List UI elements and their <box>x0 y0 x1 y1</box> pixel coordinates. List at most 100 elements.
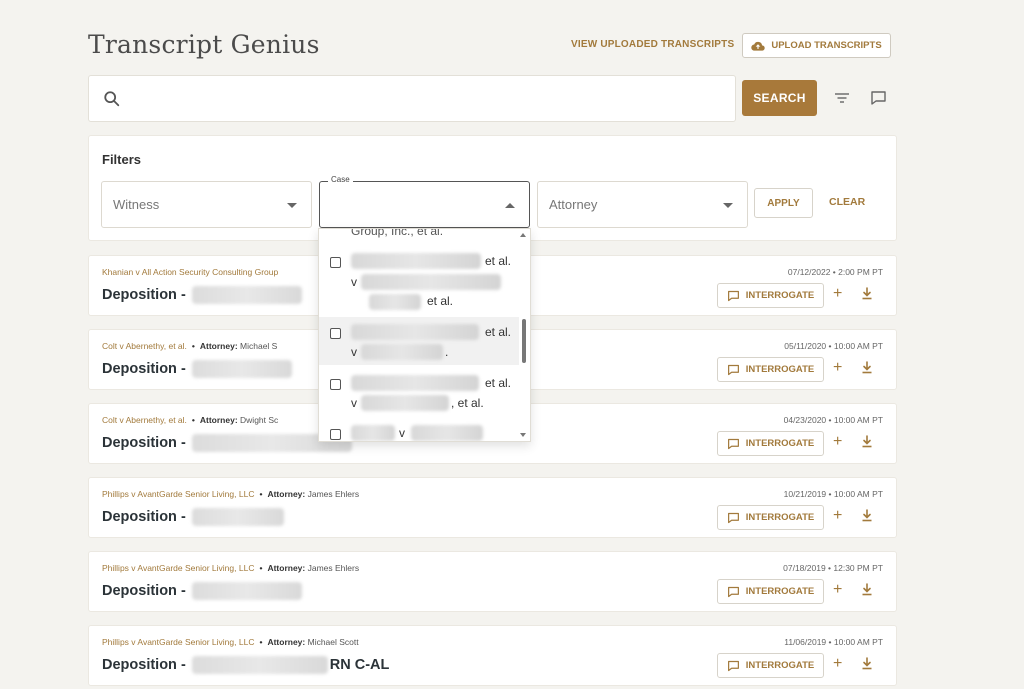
case-label: Case <box>328 175 353 184</box>
download-icon[interactable] <box>861 509 873 522</box>
attorney-name: James Ehlers <box>307 489 360 499</box>
title-prefix: Deposition - <box>102 583 186 599</box>
transcript-title[interactable]: Deposition - <box>102 434 354 452</box>
transcript-card[interactable]: Phillips v AvantGarde Senior Living, LLC… <box>88 551 897 612</box>
download-icon[interactable] <box>861 287 873 300</box>
transcript-title[interactable]: Deposition - <box>102 360 294 378</box>
search-bar <box>88 75 736 122</box>
transcript-meta: Phillips v AvantGarde Senior Living, LLC… <box>102 637 359 647</box>
redacted-witness-name <box>191 656 328 674</box>
transcript-date: 07/12/2022 • 2:00 PM PT <box>787 267 883 277</box>
transcript-date: 10/21/2019 • 10:00 AM PT <box>783 489 883 499</box>
add-icon[interactable]: + <box>833 582 842 598</box>
download-icon[interactable] <box>861 583 873 596</box>
redacted-text <box>351 324 479 340</box>
case-option-text: , et al. <box>451 396 484 410</box>
search-input[interactable] <box>133 84 723 114</box>
case-option-text: . <box>445 345 449 359</box>
separator-dot: • <box>259 489 263 499</box>
interrogate-button[interactable]: INTERROGATE <box>717 505 824 530</box>
download-icon[interactable] <box>861 657 873 670</box>
transcript-meta: Colt v Abernethy, et al. • Attorney: Dwigh… <box>102 415 278 425</box>
upload-transcripts-button[interactable]: UPLOAD TRANSCRIPTS <box>742 33 891 58</box>
case-name[interactable]: Colt v Abernethy, et al. <box>102 415 187 425</box>
add-icon[interactable]: + <box>833 286 842 302</box>
interrogate-button[interactable]: INTERROGATE <box>717 357 824 382</box>
case-option-text: v <box>399 426 405 440</box>
attorney-label: Attorney: <box>267 489 306 499</box>
search-button[interactable]: SEARCH <box>742 80 817 116</box>
case-name[interactable]: Colt v Abernethy, et al. <box>102 341 187 351</box>
title-prefix: Deposition - <box>102 287 186 303</box>
interrogate-button[interactable]: INTERROGATE <box>717 579 824 604</box>
case-select[interactable]: Case <box>319 175 530 228</box>
interrogate-button[interactable]: INTERROGATE <box>717 283 824 308</box>
transcript-title[interactable]: Deposition - <box>102 582 304 600</box>
transcript-title[interactable]: Deposition - <box>102 508 286 526</box>
transcript-title[interactable]: Deposition - RN C-AL <box>102 656 389 674</box>
interrogate-button[interactable]: INTERROGATE <box>717 653 824 678</box>
chat-icon[interactable] <box>870 90 887 106</box>
redacted-text <box>351 253 481 269</box>
interrogate-label: INTERROGATE <box>745 290 815 301</box>
transcript-date: 05/11/2020 • 10:00 AM PT <box>784 341 883 351</box>
case-name[interactable]: Phillips v AvantGarde Senior Living, LLC <box>102 563 254 573</box>
separator-dot: • <box>191 341 195 351</box>
witness-select[interactable]: Witness <box>101 181 312 228</box>
case-option-checkbox[interactable] <box>330 328 341 339</box>
filter-icon[interactable] <box>834 91 850 105</box>
case-name[interactable]: Phillips v AvantGarde Senior Living, LLC <box>102 489 254 499</box>
transcript-card[interactable]: Phillips v AvantGarde Senior Living, LLC… <box>88 625 897 686</box>
add-icon[interactable]: + <box>833 360 842 376</box>
chat-icon <box>727 586 739 597</box>
case-option-text: v <box>351 396 357 410</box>
separator-dot: • <box>191 415 195 425</box>
case-option-text: et al. <box>485 376 512 390</box>
scroll-up-arrow-icon[interactable] <box>520 233 526 237</box>
title-prefix: Deposition - <box>102 435 186 451</box>
transcript-date: 04/23/2020 • 10:00 AM PT <box>783 415 883 425</box>
case-option-checkbox[interactable] <box>330 257 341 268</box>
add-icon[interactable]: + <box>833 656 842 672</box>
dropdown-scrollbar[interactable] <box>522 319 526 363</box>
attorney-select[interactable]: Attorney <box>537 181 748 228</box>
view-uploaded-transcripts-link[interactable]: VIEW UPLOADED TRANSCRIPTS <box>571 39 734 50</box>
redacted-witness-name <box>191 508 284 526</box>
case-option-text: et al. <box>485 254 512 268</box>
add-icon[interactable]: + <box>833 508 842 524</box>
filters-title: Filters <box>102 152 142 167</box>
case-name[interactable]: Khanian v All Action Security Consulting… <box>102 267 278 277</box>
case-option-checkbox[interactable] <box>330 429 341 440</box>
interrogate-button[interactable]: INTERROGATE <box>717 431 824 456</box>
transcript-card[interactable]: Phillips v AvantGarde Senior Living, LLC… <box>88 477 897 538</box>
attorney-name: Michael S <box>240 341 278 351</box>
redacted-witness-name <box>191 286 302 304</box>
chat-icon <box>727 660 739 671</box>
transcript-meta: Phillips v AvantGarde Senior Living, LLC… <box>102 563 359 573</box>
case-name[interactable]: Phillips v AvantGarde Senior Living, LLC <box>102 637 254 647</box>
transcript-meta: Phillips v AvantGarde Senior Living, LLC… <box>102 489 359 499</box>
title-prefix: Deposition - <box>102 657 186 673</box>
transcript-date: 07/18/2019 • 12:30 PM PT <box>783 563 883 573</box>
attorney-name: Michael Scott <box>307 637 359 647</box>
separator-dot: • <box>259 637 263 647</box>
title-suffix: RN C-AL <box>329 657 390 673</box>
redacted-text <box>351 375 479 391</box>
apply-filters-button[interactable]: APPLY <box>754 188 813 218</box>
transcript-meta: Colt v Abernethy, et al. • Attorney: Micha… <box>102 341 277 351</box>
download-icon[interactable] <box>861 435 873 448</box>
case-option-checkbox[interactable] <box>330 379 341 390</box>
scroll-down-arrow-icon[interactable] <box>520 433 526 437</box>
download-icon[interactable] <box>861 361 873 374</box>
clear-filters-button[interactable]: CLEAR <box>829 196 865 208</box>
redacted-witness-name <box>191 360 292 378</box>
add-icon[interactable]: + <box>833 434 842 450</box>
filters-panel: Filters Witness Case Attorney APPLY CLEA… <box>88 135 897 241</box>
case-dropdown-list[interactable]: Group, Inc., et al. et al. v et al. et a… <box>318 228 531 442</box>
attorney-label: Attorney: <box>199 415 238 425</box>
case-option-text: v <box>351 275 357 289</box>
transcript-date: 11/06/2019 • 10:00 AM PT <box>784 637 883 647</box>
chevron-down-icon <box>287 203 297 208</box>
chat-icon <box>727 438 739 449</box>
transcript-title[interactable]: Deposition - <box>102 286 304 304</box>
